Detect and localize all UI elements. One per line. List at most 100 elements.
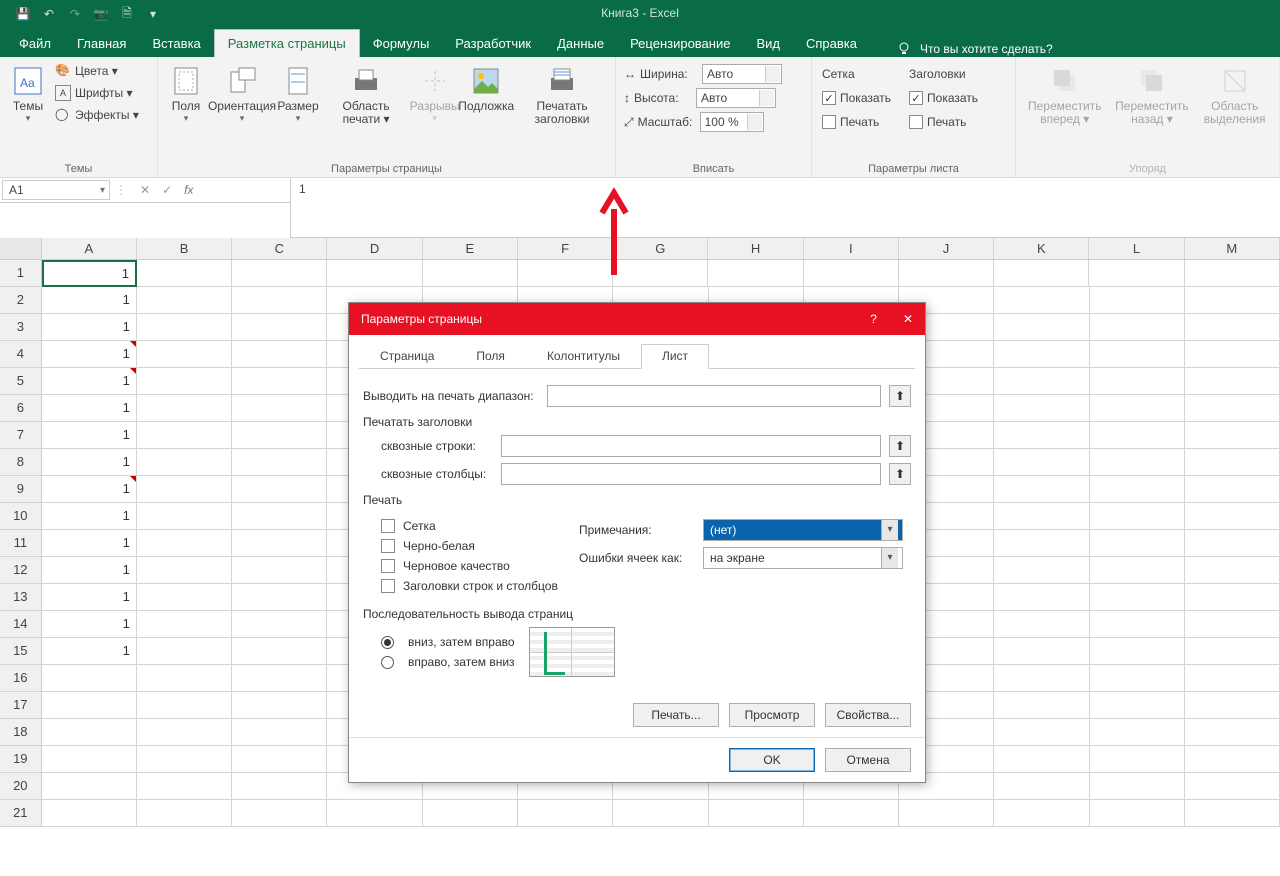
cell[interactable] bbox=[232, 530, 327, 557]
errors-combo[interactable]: на экране bbox=[703, 547, 903, 569]
cell[interactable]: 1 bbox=[42, 611, 137, 638]
cell[interactable] bbox=[232, 395, 327, 422]
cell[interactable] bbox=[709, 800, 804, 827]
row-header[interactable]: 19 bbox=[0, 746, 42, 773]
cell[interactable] bbox=[994, 530, 1089, 557]
row-header[interactable]: 18 bbox=[0, 719, 42, 746]
tab-page-layout[interactable]: Разметка страницы bbox=[214, 29, 360, 57]
dialog-help-button[interactable]: ? bbox=[870, 312, 877, 326]
cell[interactable] bbox=[1090, 665, 1185, 692]
cell[interactable] bbox=[232, 341, 327, 368]
cell[interactable] bbox=[137, 665, 232, 692]
row-header[interactable]: 2 bbox=[0, 287, 42, 314]
rows-repeat-input[interactable] bbox=[501, 435, 881, 457]
cell[interactable] bbox=[1089, 260, 1184, 287]
height-input[interactable]: Авто bbox=[696, 88, 776, 108]
print-range-picker-icon[interactable]: ⬆ bbox=[889, 385, 911, 407]
cell[interactable]: 1 bbox=[42, 395, 137, 422]
cell[interactable] bbox=[1090, 611, 1185, 638]
cell[interactable] bbox=[994, 287, 1089, 314]
cell[interactable] bbox=[137, 557, 232, 584]
col-header[interactable]: K bbox=[994, 238, 1089, 259]
radio-over-down[interactable] bbox=[381, 656, 394, 669]
cell[interactable]: 1 bbox=[42, 530, 137, 557]
row-header[interactable]: 5 bbox=[0, 368, 42, 395]
cell[interactable] bbox=[1090, 449, 1185, 476]
cell[interactable] bbox=[1090, 530, 1185, 557]
col-header[interactable]: E bbox=[423, 238, 518, 259]
cell[interactable] bbox=[232, 260, 327, 287]
cell[interactable] bbox=[994, 584, 1089, 611]
cell[interactable] bbox=[137, 341, 232, 368]
cell[interactable] bbox=[232, 368, 327, 395]
cell[interactable] bbox=[994, 773, 1089, 800]
cell[interactable] bbox=[423, 260, 518, 287]
cell[interactable]: 1 bbox=[42, 476, 137, 503]
cell[interactable] bbox=[1090, 692, 1185, 719]
row-header[interactable]: 12 bbox=[0, 557, 42, 584]
cell[interactable] bbox=[232, 503, 327, 530]
cell[interactable] bbox=[994, 368, 1089, 395]
cell[interactable] bbox=[1090, 395, 1185, 422]
cell[interactable] bbox=[994, 611, 1089, 638]
tab-home[interactable]: Главная bbox=[64, 30, 139, 57]
cell[interactable] bbox=[137, 773, 232, 800]
headings-print-checkbox[interactable] bbox=[909, 115, 923, 129]
chk-rowcol-headings[interactable] bbox=[381, 579, 395, 593]
cell[interactable] bbox=[1185, 287, 1280, 314]
cell[interactable] bbox=[1185, 449, 1280, 476]
cell[interactable] bbox=[804, 260, 899, 287]
tab-file[interactable]: Файл bbox=[6, 30, 64, 57]
cell[interactable] bbox=[1185, 530, 1280, 557]
cell[interactable] bbox=[994, 395, 1089, 422]
cell[interactable] bbox=[994, 692, 1089, 719]
tab-insert[interactable]: Вставка bbox=[139, 30, 213, 57]
cell[interactable] bbox=[1090, 719, 1185, 746]
ok-button[interactable]: OK bbox=[729, 748, 815, 772]
cell[interactable] bbox=[994, 557, 1089, 584]
preview-button[interactable]: Просмотр bbox=[729, 703, 815, 727]
row-header[interactable]: 11 bbox=[0, 530, 42, 557]
cell[interactable] bbox=[327, 260, 422, 287]
cell[interactable] bbox=[994, 476, 1089, 503]
cell[interactable] bbox=[994, 314, 1089, 341]
cell[interactable] bbox=[994, 260, 1089, 287]
qat-undo-icon[interactable]: ↶ bbox=[40, 5, 58, 23]
row-header[interactable]: 1 bbox=[0, 260, 42, 287]
cell[interactable] bbox=[994, 719, 1089, 746]
cell[interactable] bbox=[1090, 422, 1185, 449]
cell[interactable] bbox=[137, 800, 232, 827]
cell[interactable]: 1 bbox=[42, 557, 137, 584]
scale-input[interactable]: 100 % bbox=[700, 112, 764, 132]
cell[interactable] bbox=[42, 746, 137, 773]
cell[interactable] bbox=[137, 611, 232, 638]
cell[interactable] bbox=[137, 287, 232, 314]
cell[interactable] bbox=[1185, 692, 1280, 719]
dialog-close-button[interactable]: ✕ bbox=[903, 312, 913, 326]
cell[interactable]: 1 bbox=[42, 287, 137, 314]
name-box[interactable]: A1 bbox=[2, 180, 110, 200]
cell[interactable] bbox=[994, 665, 1089, 692]
cell[interactable] bbox=[137, 503, 232, 530]
cell[interactable] bbox=[42, 800, 137, 827]
effects-button[interactable]: ◯Эффекты ▾ bbox=[52, 104, 142, 126]
cell[interactable] bbox=[137, 449, 232, 476]
row-header[interactable]: 20 bbox=[0, 773, 42, 800]
cell[interactable] bbox=[137, 530, 232, 557]
cell[interactable] bbox=[518, 800, 613, 827]
tab-data[interactable]: Данные bbox=[544, 30, 617, 57]
col-header[interactable]: H bbox=[708, 238, 803, 259]
cell[interactable] bbox=[232, 746, 327, 773]
radio-down-over[interactable] bbox=[381, 636, 394, 649]
row-header[interactable]: 7 bbox=[0, 422, 42, 449]
cell[interactable] bbox=[1090, 503, 1185, 530]
cell[interactable] bbox=[1185, 341, 1280, 368]
headings-view-checkbox[interactable]: ✓ bbox=[909, 91, 923, 105]
print-titles-button[interactable]: Печатать заголовки bbox=[513, 60, 611, 128]
col-header[interactable]: A bbox=[42, 238, 137, 259]
margins-button[interactable]: Поля▾ bbox=[162, 60, 210, 126]
cell[interactable] bbox=[708, 260, 803, 287]
cell[interactable] bbox=[137, 314, 232, 341]
col-header[interactable]: D bbox=[327, 238, 422, 259]
cell[interactable] bbox=[1185, 368, 1280, 395]
